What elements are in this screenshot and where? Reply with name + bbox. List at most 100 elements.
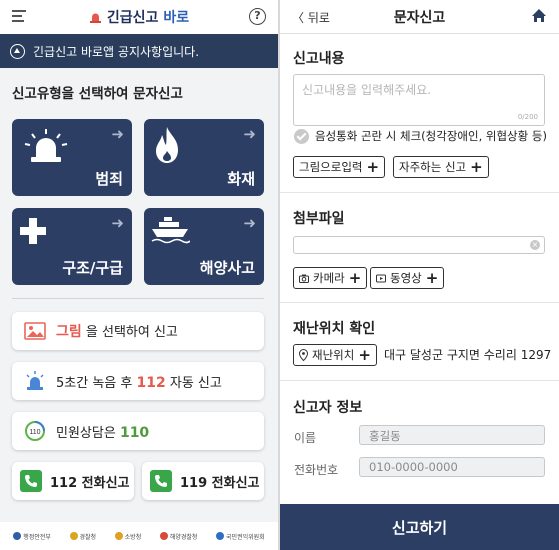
tile-label: 구조/구급 bbox=[62, 259, 123, 277]
checkbox-label: 음성통화 곤란 시 체크(청각장애인, 위협상황 등) bbox=[315, 129, 547, 143]
clear-icon[interactable]: × bbox=[530, 240, 540, 250]
plus-icon: + bbox=[425, 268, 439, 287]
location-address: 대구 달성군 구지면 수리리 1297 bbox=[384, 348, 552, 362]
plus-icon: + bbox=[358, 345, 371, 364]
call-110-icon: 110 bbox=[25, 421, 45, 441]
org-logo: 국민권익위원회 bbox=[216, 532, 265, 541]
tile-label: 화재 bbox=[227, 170, 255, 188]
location-button-label: 재난위치 bbox=[312, 348, 355, 362]
record-card-post: 자동 신고 bbox=[169, 375, 222, 391]
voice-difficult-checkbox[interactable]: 음성통화 곤란 시 체크(청각장애인, 위협상황 등) bbox=[294, 128, 547, 144]
voice-record-card[interactable]: 5초간 녹음 후 112 자동 신고 bbox=[12, 362, 264, 400]
frequent-report-button[interactable]: 자주하는 신고 + bbox=[393, 156, 489, 178]
back-button[interactable]: 〈 뒤로 bbox=[292, 9, 330, 26]
call-112-button[interactable]: 112 전화신고 bbox=[12, 462, 134, 500]
civil-icon-text: 110 bbox=[29, 429, 40, 436]
report-header: 〈 뒤로 문자신고 bbox=[280, 0, 559, 34]
arrow-right-icon: ➜ bbox=[111, 125, 124, 143]
tile-rescue[interactable]: ➜ 구조/구급 bbox=[12, 208, 132, 285]
notice-text: 긴급신고 바로앱 공지사항입니다. bbox=[33, 44, 200, 59]
image-icon bbox=[24, 322, 46, 340]
video-label: 동영상 bbox=[390, 271, 422, 285]
org-logo: 행정안전부 bbox=[13, 532, 51, 541]
arrow-right-icon: ➜ bbox=[243, 214, 256, 232]
camera-label: 카메라 bbox=[313, 271, 345, 285]
phone-icon bbox=[20, 470, 42, 492]
org-logo: 소방청 bbox=[114, 532, 141, 541]
text-report-screen: 〈 뒤로 문자신고 신고내용 신고내용을 입력해주세요. 0/200 음성통화 … bbox=[280, 0, 559, 550]
hamburger-menu-icon[interactable] bbox=[12, 10, 26, 22]
civil-consult-card[interactable]: 110 민원상담은 110 bbox=[12, 412, 264, 450]
back-label: 뒤로 bbox=[307, 11, 330, 25]
tile-label: 해양사고 bbox=[199, 259, 255, 277]
phone-label: 전화번호 bbox=[294, 463, 339, 477]
home-icon[interactable] bbox=[531, 8, 547, 23]
photo-report-card[interactable]: 그림 을 선택하여 신고 bbox=[12, 312, 264, 350]
report-section-title: 신고내용 bbox=[293, 51, 345, 67]
notice-banner[interactable]: 긴급신고 바로앱 공지사항입니다. bbox=[0, 34, 278, 68]
frequent-report-label: 자주하는 신고 bbox=[399, 160, 467, 174]
section-divider bbox=[280, 302, 559, 303]
plus-icon: + bbox=[366, 157, 380, 176]
ship-icon bbox=[151, 217, 190, 244]
section-divider bbox=[280, 380, 559, 381]
arrow-right-icon: ➜ bbox=[243, 125, 256, 143]
phone-field[interactable]: 010-0000-0000 bbox=[359, 457, 545, 477]
cross-icon bbox=[20, 218, 46, 244]
camera-button[interactable]: 카메라 + bbox=[293, 267, 368, 289]
photo-card-highlight: 그림 bbox=[56, 324, 82, 340]
siren-logo-icon bbox=[89, 13, 101, 23]
video-button[interactable]: 동영상 + bbox=[370, 267, 445, 289]
org-logo: 해양경찰청 bbox=[159, 532, 197, 541]
location-section-title: 재난위치 확인 bbox=[293, 321, 376, 337]
draw-input-button[interactable]: 그림으로입력 + bbox=[293, 156, 386, 178]
main-menu-screen: 긴급신고 바로 ? 긴급신고 바로앱 공지사항입니다. 신고유형을 선택하여 문… bbox=[0, 0, 278, 550]
camera-icon bbox=[299, 274, 309, 283]
location-button[interactable]: 재난위치 + bbox=[293, 344, 377, 366]
reporter-section-title: 신고자 정보 bbox=[293, 400, 363, 416]
tile-crime[interactable]: ➜ 범죄 bbox=[12, 119, 132, 196]
page-title: 문자신고 bbox=[393, 9, 446, 26]
arrow-up-circle-icon bbox=[10, 43, 25, 59]
report-placeholder: 신고내용을 입력해주세요. bbox=[302, 83, 432, 97]
section-divider bbox=[280, 192, 559, 193]
tile-marine[interactable]: ➜ 해양사고 bbox=[144, 208, 264, 285]
video-icon bbox=[376, 274, 386, 282]
divider bbox=[12, 298, 264, 299]
attach-section-title: 첨부파일 bbox=[293, 211, 345, 227]
app-header: 긴급신고 바로 ? bbox=[0, 0, 278, 34]
attachment-field[interactable]: × bbox=[293, 236, 545, 254]
siren-icon bbox=[24, 129, 68, 162]
brand-suffix: 바로 bbox=[163, 10, 190, 26]
section-title: 신고유형을 선택하여 문자신고 bbox=[12, 86, 183, 102]
draw-input-label: 그림으로입력 bbox=[299, 160, 363, 174]
civil-card-number: 110 bbox=[119, 424, 150, 441]
app-brand: 긴급신고 바로 bbox=[89, 7, 189, 27]
tile-label: 범죄 bbox=[95, 170, 123, 188]
report-content-input[interactable]: 신고내용을 입력해주세요. 0/200 bbox=[293, 74, 545, 126]
record-card-pre: 5초간 녹음 후 bbox=[56, 375, 133, 391]
char-counter: 0/200 bbox=[517, 113, 538, 121]
call-119-label: 119 전화신고 bbox=[180, 475, 260, 491]
arrow-right-icon: ➜ bbox=[111, 214, 124, 232]
submit-report-button[interactable]: 신고하기 bbox=[280, 504, 559, 550]
record-card-number: 112 bbox=[136, 374, 166, 391]
org-logo: 경찰청 bbox=[69, 532, 96, 541]
check-circle-icon bbox=[294, 128, 309, 144]
call-119-button[interactable]: 119 전화신고 bbox=[142, 462, 264, 500]
civil-card-text: 민원상담은 bbox=[56, 425, 116, 441]
name-field[interactable]: 홍길동 bbox=[359, 425, 545, 445]
photo-card-text: 을 선택하여 신고 bbox=[85, 325, 178, 340]
flame-icon bbox=[156, 127, 178, 163]
location-pin-icon bbox=[299, 349, 308, 361]
name-label: 이름 bbox=[294, 431, 317, 445]
plus-icon: + bbox=[348, 268, 362, 287]
help-icon[interactable]: ? bbox=[249, 8, 266, 25]
footer-org-logos: 행정안전부 경찰청 소방청 해양경찰청 국민권익위원회 bbox=[0, 522, 278, 550]
call-112-label: 112 전화신고 bbox=[50, 475, 130, 491]
brand-name: 긴급신고 bbox=[106, 10, 159, 26]
plus-icon: + bbox=[470, 157, 483, 176]
tile-fire[interactable]: ➜ 화재 bbox=[144, 119, 264, 196]
phone-icon bbox=[150, 470, 172, 492]
siren-icon bbox=[26, 371, 44, 390]
